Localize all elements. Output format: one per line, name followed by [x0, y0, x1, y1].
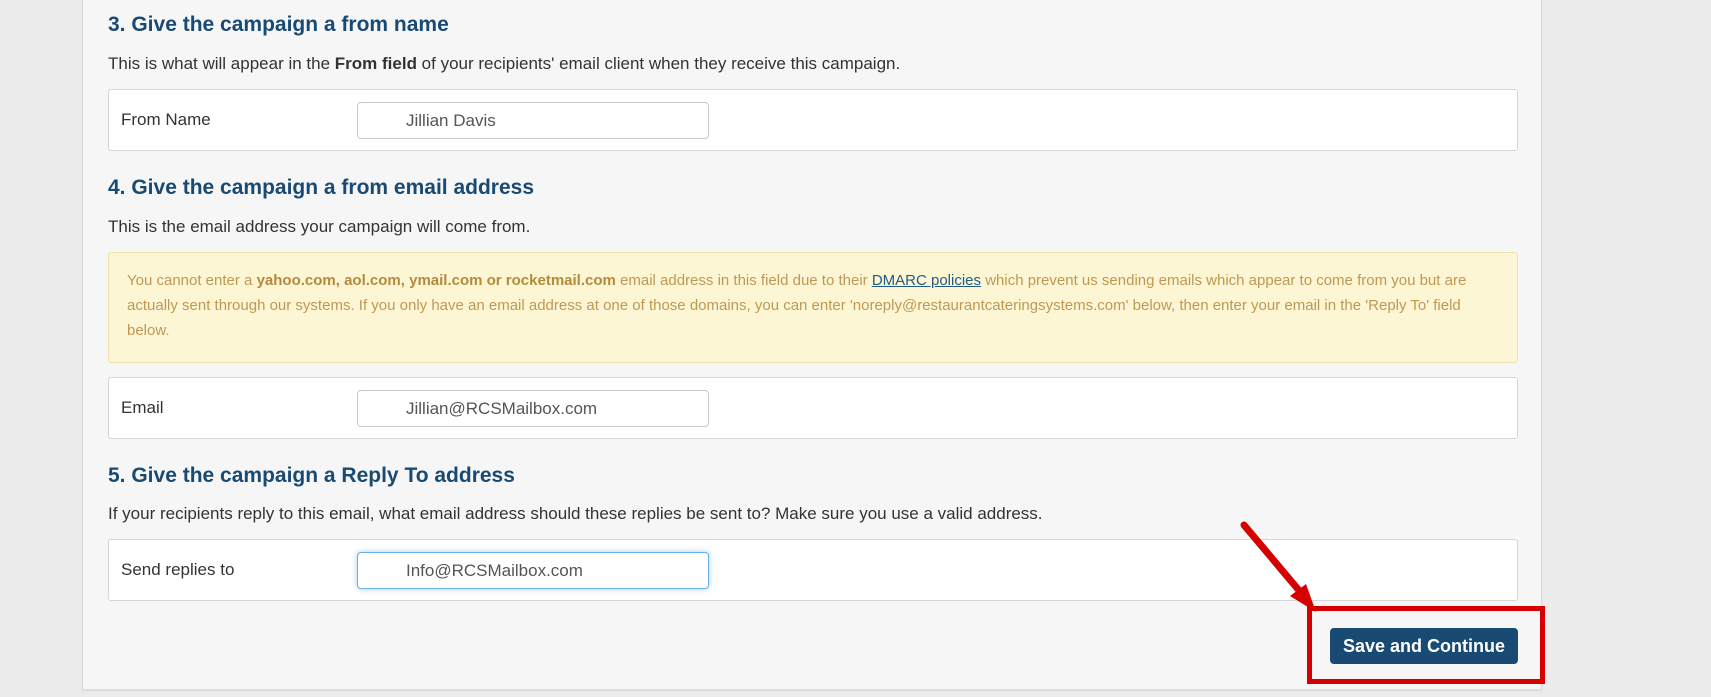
- desc-text: This is what will appear in the: [108, 54, 335, 73]
- alert-bold-domains: yahoo.com, aol.com, ymail.com or rocketm…: [256, 272, 616, 289]
- alert-text: email address in this field due to their: [615, 272, 872, 289]
- dmarc-warning-alert: You cannot enter a yahoo.com, aol.com, y…: [108, 252, 1518, 363]
- desc-bold-text: From field: [334, 54, 417, 73]
- reply-to-label: Send replies to: [121, 560, 235, 579]
- dmarc-policies-link[interactable]: DMARC policies: [872, 272, 981, 289]
- alert-text: You cannot enter a: [127, 272, 257, 289]
- section-from-name-description: This is what will appear in the From fie…: [108, 54, 900, 74]
- section-from-name-heading: 3. Give the campaign a from name: [108, 13, 449, 36]
- desc-text: of your recipients' email client when th…: [416, 54, 901, 73]
- from-name-label: From Name: [121, 110, 211, 129]
- from-email-input[interactable]: [357, 390, 709, 427]
- section-from-email-heading: 4. Give the campaign a from email addres…: [108, 176, 534, 199]
- from-name-input[interactable]: [357, 102, 709, 139]
- reply-to-input[interactable]: [357, 552, 709, 589]
- email-label: Email: [121, 398, 164, 417]
- section-reply-to-description: If your recipients reply to this email, …: [108, 504, 1043, 523]
- from-name-row: From Name: [108, 89, 1518, 151]
- section-reply-to-heading: 5. Give the campaign a Reply To address: [108, 464, 515, 487]
- annotation-highlight-box: [1307, 606, 1545, 684]
- reply-to-row: Send replies to: [108, 539, 1518, 601]
- email-row: Email: [108, 377, 1518, 439]
- section-from-email-description: This is the email address your campaign …: [108, 217, 531, 236]
